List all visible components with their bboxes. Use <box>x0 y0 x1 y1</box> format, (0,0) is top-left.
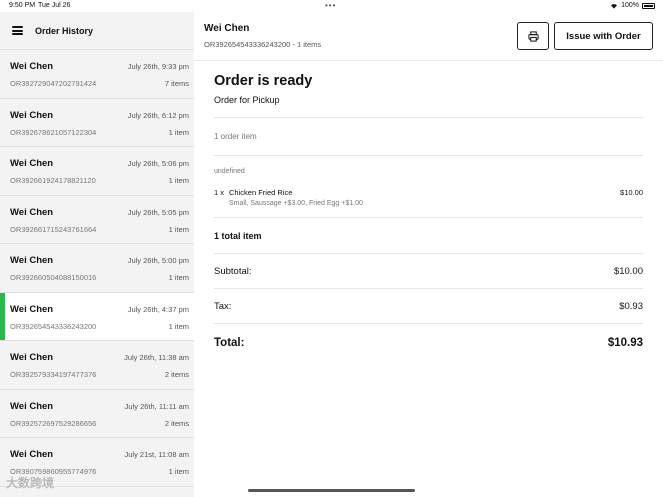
detail-header: Wei Chen OR392654543336243200 - 1 items … <box>194 12 663 61</box>
order-date: July 26th, 11:38 am <box>124 353 189 362</box>
order-id: OR392729047202791424 <box>10 79 97 88</box>
order-date: July 26th, 5:05 pm <box>127 207 189 217</box>
order-id: OR392579334197477376 <box>10 370 97 379</box>
battery-icon <box>642 2 655 9</box>
order-type: Order for Pickup <box>214 95 280 105</box>
order-id: OR392572697529286656 <box>10 418 97 428</box>
item-section-label: undefined <box>214 168 245 175</box>
total-label: Total: <box>214 336 245 349</box>
total-value: $10.93 <box>607 336 643 349</box>
order-date: July 26th, 4:37 pm <box>127 304 189 314</box>
sidebar-header: Order History <box>0 12 194 50</box>
order-item-count: 2 items <box>164 418 189 428</box>
order-date: July 26th, 11:11 am <box>124 401 189 411</box>
line-item-name: Chicken Fried Rice <box>229 188 293 197</box>
battery-percent: 100% <box>621 2 639 9</box>
order-id: OR392678621057122304 <box>10 127 97 137</box>
subtotal-row: Subtotal: $10.00 <box>214 254 643 288</box>
wifi-icon <box>611 3 618 9</box>
status-time: 9:50 PM <box>9 2 36 9</box>
tax-value: $0.93 <box>619 300 643 312</box>
divider <box>214 155 643 156</box>
order-item-count: 1 item <box>168 467 189 476</box>
order-id: OR392661715243761664 <box>10 224 97 234</box>
line-item-modifiers: Small, Saussage +$3.00, Fried Egg +$1.00 <box>229 200 363 207</box>
order-item-count: 1 item <box>168 224 189 234</box>
order-item-count: 1 item <box>168 273 189 282</box>
line-item-price: $10.00 <box>620 188 643 197</box>
print-button[interactable] <box>517 22 549 50</box>
printer-icon <box>527 30 539 42</box>
order-item-count: 7 items <box>164 79 189 88</box>
order-list-item[interactable]: Wei Chen July 26th, 5:05 pm OR392661715243… <box>0 195 194 244</box>
line-item: 1 x Chicken Fried Rice $10.00 <box>214 188 643 197</box>
total-row: Total: $10.93 <box>214 324 643 361</box>
order-list-item[interactable]: Wei Chen July 26th, 6:12 pm OR392678621057… <box>0 98 194 147</box>
order-summary: OR392654543336243200 - 1 items <box>204 40 322 49</box>
order-status-title: Order is ready <box>214 73 313 89</box>
status-right: 100% <box>610 2 655 9</box>
order-item-count: 1 item <box>168 127 189 137</box>
customer-name: Wei Chen <box>204 23 250 34</box>
sidebar-title: Order History <box>35 25 94 36</box>
order-item-count: 1 item <box>168 176 189 185</box>
order-date: July 26th, 9:33 pm <box>127 62 189 71</box>
status-date: Tue Jul 26 <box>38 2 71 9</box>
order-detail-panel: Wei Chen OR392654543336243200 - 1 items … <box>194 12 663 497</box>
multitask-dots-icon[interactable]: ••• <box>325 1 336 10</box>
order-list-item-selected[interactable]: Wei Chen July 26th, 4:37 pm OR392654543336… <box>0 292 194 341</box>
order-date: July 26th, 5:00 pm <box>127 256 189 265</box>
order-date: July 21st, 11:08 am <box>124 450 189 459</box>
order-list-item[interactable]: Wei Chen July 26th, 5:06 pm OR392661924178… <box>0 147 194 196</box>
order-list-item[interactable]: Wei Chen July 26th, 11:11 am OR39257269752… <box>0 389 194 438</box>
subtotal-label: Subtotal: <box>214 265 252 277</box>
order-list: Wei Chen July 26th, 9:33 pm OR392729047202… <box>0 50 194 487</box>
menu-icon[interactable] <box>12 26 23 35</box>
order-item-count: 2 items <box>164 370 189 379</box>
order-item-count: 1 order item <box>214 132 257 141</box>
order-history-sidebar: Order History Wei Chen July 26th, 9:33 pm… <box>0 12 194 497</box>
order-content: Order is ready Order for Pickup 1 order … <box>194 73 663 361</box>
status-bar: 9:50 PM Tue Jul 26 ••• 100% <box>0 0 663 12</box>
tax-row: Tax: $0.93 <box>214 289 643 323</box>
tax-label: Tax: <box>214 300 232 312</box>
order-item-count: 1 item <box>168 321 189 331</box>
order-id: OR392660504088150016 <box>10 273 97 282</box>
watermark-logo: 大数跨境 <box>6 476 55 490</box>
order-id: OR392661924178821120 <box>10 176 96 185</box>
order-date: July 26th, 6:12 pm <box>127 110 189 120</box>
issue-with-order-button[interactable]: Issue with Order <box>554 22 653 50</box>
line-item-qty: 1 x <box>214 188 225 197</box>
order-id: OR392654543336243200 <box>10 321 97 331</box>
total-items: 1 total item <box>214 230 262 241</box>
home-indicator[interactable] <box>248 489 415 492</box>
order-list-item[interactable]: Wei Chen July 26th, 9:33 pm OR392729047202… <box>0 50 194 99</box>
order-date: July 26th, 5:06 pm <box>127 159 189 168</box>
order-list-item[interactable]: Wei Chen July 26th, 11:38 am OR39257933419… <box>0 341 194 390</box>
order-list-item[interactable]: Wei Chen July 26th, 5:00 pm OR392660504088… <box>0 244 194 293</box>
subtotal-value: $10.00 <box>613 265 643 277</box>
